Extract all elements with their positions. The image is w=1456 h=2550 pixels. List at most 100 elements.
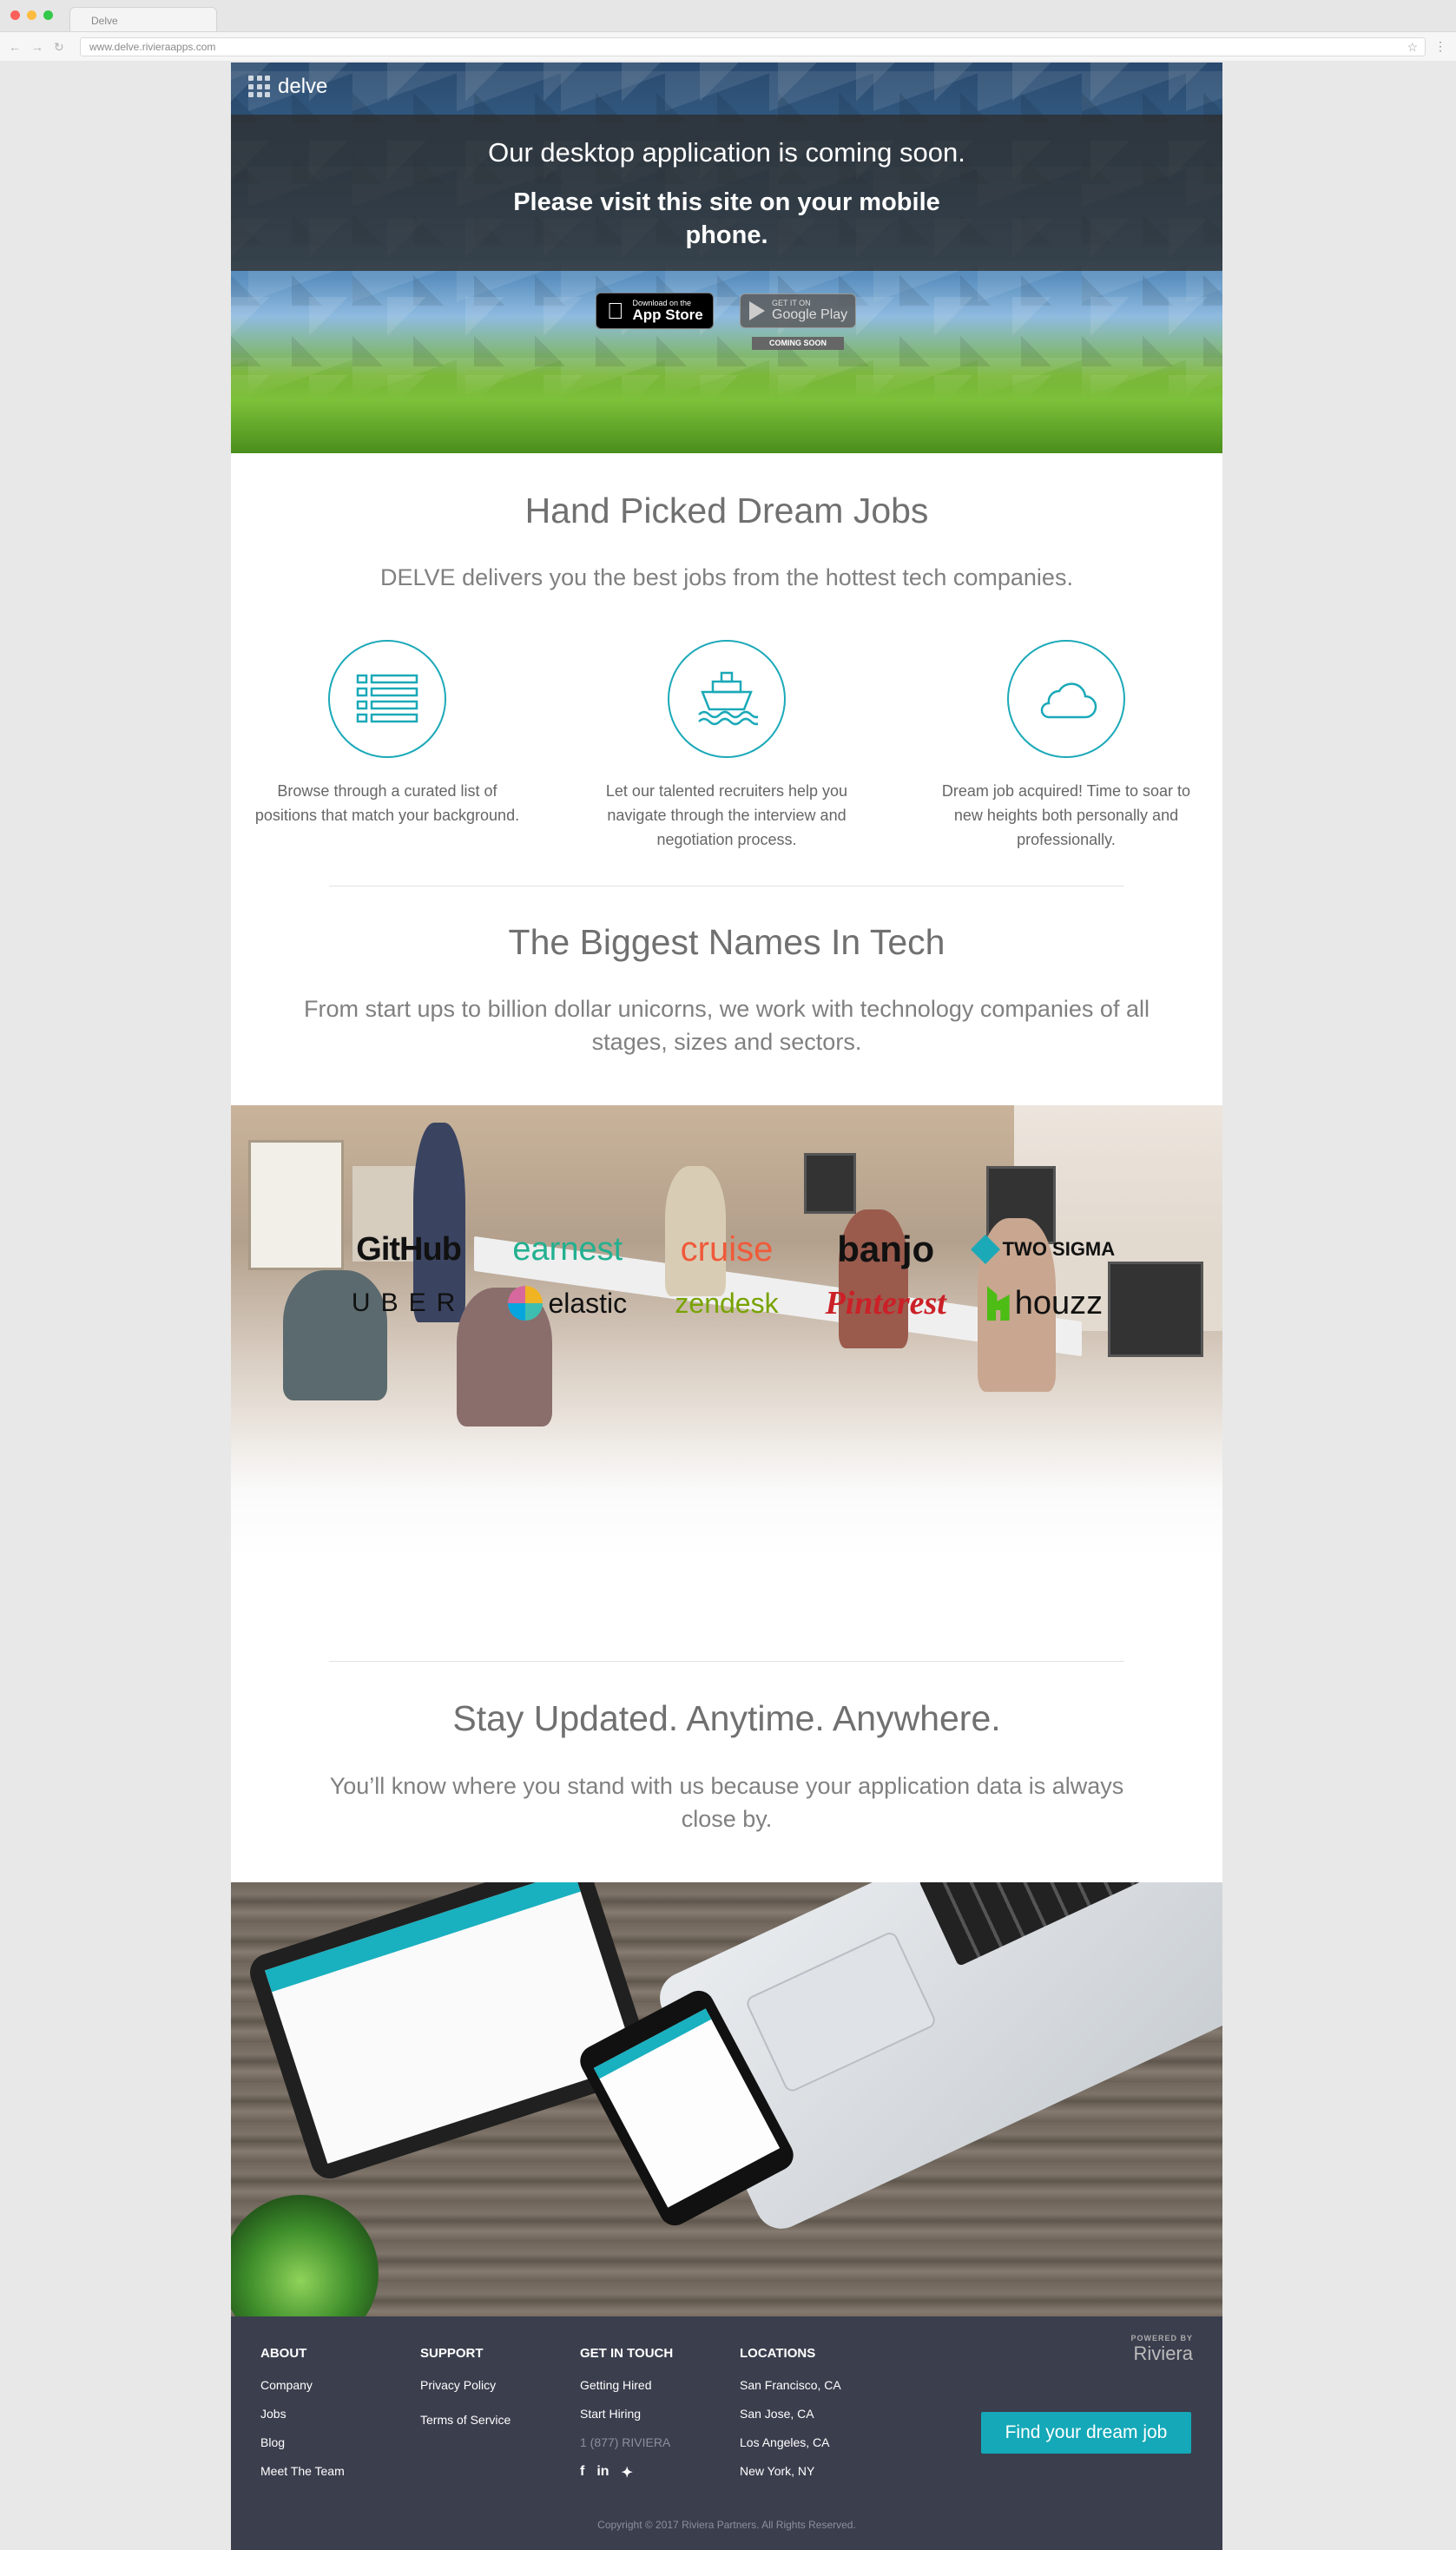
dream-jobs-title: Hand Picked Dream Jobs xyxy=(524,491,929,530)
footer-link-blog[interactable]: Blog xyxy=(260,2435,345,2449)
hero: delve Our desktop application is coming … xyxy=(231,63,1222,453)
ship-icon xyxy=(668,640,786,758)
footer-link-start-hiring[interactable]: Start Hiring xyxy=(580,2407,673,2421)
github-logo: GitHub xyxy=(356,1230,462,1268)
find-dream-job-button[interactable]: Find your dream job xyxy=(981,2412,1191,2454)
delve-logo[interactable]: delve xyxy=(248,75,327,99)
footer-phone[interactable]: 1 (877) RIVIERA xyxy=(580,2435,673,2449)
plant xyxy=(231,2195,379,2316)
feature-recruiters-text: Let our talented recruiters help you nav… xyxy=(605,782,848,848)
browser-menu-icon[interactable]: ⋮ xyxy=(1434,39,1446,54)
tab-title: Delve xyxy=(91,15,118,27)
logo-grid-icon xyxy=(248,76,271,98)
elastic-icon xyxy=(508,1286,544,1321)
footer-link-team[interactable]: Meet The Team xyxy=(260,2464,345,2478)
banjo-logo: banjo xyxy=(837,1229,935,1269)
footer-link-getting-hired[interactable]: Getting Hired xyxy=(580,2378,673,2392)
footer-contact: GET IN TOUCH Getting Hired Start Hiring … xyxy=(580,2346,673,2481)
bookmark-star-icon[interactable]: ☆ xyxy=(1407,40,1418,55)
footer-link-privacy[interactable]: Privacy Policy xyxy=(420,2378,511,2392)
play-icon xyxy=(749,301,765,320)
social-links: f in ✦ xyxy=(580,2464,673,2481)
houzz-logo: houzz xyxy=(965,1284,1124,1322)
feature-browse-text: Browse through a curated list of positio… xyxy=(254,782,520,824)
feature-browse: Browse through a curated list of positio… xyxy=(248,640,526,852)
maximize-window-button[interactable] xyxy=(43,10,53,20)
monitor xyxy=(804,1153,856,1214)
footer-link-company[interactable]: Company xyxy=(260,2378,345,2392)
copyright: Copyright © 2017 Riviera Partners. All R… xyxy=(597,2519,856,2531)
page: delve Our desktop application is coming … xyxy=(231,63,1222,2550)
riviera-logo: Riviera xyxy=(1133,2342,1193,2364)
url-text: www.delve.rivieraapps.com xyxy=(89,41,216,53)
company-logos: GitHub earnest cruise banjo TWO SIGMA UB… xyxy=(329,1229,1124,1322)
close-window-button[interactable] xyxy=(10,10,20,20)
cruise-logo: cruise xyxy=(680,1229,774,1268)
two-sigma-icon xyxy=(970,1235,1000,1264)
footer-about: ABOUT Company Jobs Blog Meet The Team xyxy=(260,2346,345,2493)
laptop-trackpad xyxy=(744,1929,939,2094)
dream-jobs-subtitle: DELVE delivers you the best jobs from th… xyxy=(380,564,1073,590)
logo-text: delve xyxy=(278,75,328,98)
cloud-icon xyxy=(1007,640,1125,758)
hero-grass xyxy=(231,371,1222,453)
footer-locations-title: LOCATIONS xyxy=(740,2346,816,2361)
back-icon[interactable]: ← xyxy=(9,40,21,54)
tech-subtitle: From start ups to billion dollar unicorn… xyxy=(304,996,1150,1055)
googleplay-label: Google Play xyxy=(772,307,848,322)
earnest-logo: earnest xyxy=(512,1230,623,1268)
appstore-label: App Store xyxy=(616,306,703,323)
googleplay-small-label: GET IT ON xyxy=(772,299,811,307)
location-item: San Jose, CA xyxy=(740,2407,814,2421)
forward-icon[interactable]: → xyxy=(31,40,43,54)
updated-subtitle: You’ll know where you stand with us beca… xyxy=(329,1773,1124,1832)
laptop-keyboard xyxy=(918,1882,1211,1967)
coming-soon-badge: COMING SOON xyxy=(752,337,844,350)
footer-support: SUPPORT Privacy Policy Terms of Service xyxy=(420,2346,511,2441)
feature-recruiters: Let our talented recruiters help you nav… xyxy=(588,640,866,852)
minimize-window-button[interactable] xyxy=(27,10,36,20)
footer-locations: LOCATIONS San Francisco, CA San Jose, CA… xyxy=(740,2346,841,2493)
tablet xyxy=(245,1882,656,2184)
two-sigma-logo: TWO SIGMA xyxy=(965,1230,1124,1268)
tablet-screen xyxy=(264,1882,637,2165)
footer-support-title: SUPPORT xyxy=(420,2346,484,2361)
twitter-icon[interactable]: ✦ xyxy=(622,2464,633,2481)
visit-mobile-text: Please visit this site on your mobile ph… xyxy=(513,188,940,249)
footer-about-title: ABOUT xyxy=(260,2346,307,2361)
powered-by[interactable]: POWERED BY Riviera xyxy=(1130,2334,1193,2365)
browser-chrome: Delve ← → ↻ www.delve.rivieraapps.com ☆ … xyxy=(0,0,1456,61)
powered-by-label: POWERED BY xyxy=(1130,2334,1193,2342)
location-item: New York, NY xyxy=(740,2464,815,2478)
google-play-button: GET IT ON Google Play xyxy=(740,293,856,328)
updated-title: Stay Updated. Anytime. Anywhere. xyxy=(452,1698,1001,1738)
uber-logo: UBER xyxy=(351,1288,466,1317)
section-divider xyxy=(329,1661,1124,1662)
footer: ABOUT Company Jobs Blog Meet The Team SU… xyxy=(231,2316,1222,2550)
footer-contact-title: GET IN TOUCH xyxy=(580,2346,674,2361)
footer-link-terms[interactable]: Terms of Service xyxy=(420,2413,511,2427)
address-bar[interactable]: www.delve.rivieraapps.com ☆ xyxy=(80,37,1426,56)
browser-tab[interactable]: Delve xyxy=(69,7,217,31)
elastic-logo: elastic xyxy=(488,1284,647,1322)
app-store-button[interactable]:  Download on the App Store xyxy=(596,293,714,329)
mobile-notice-banner: Our desktop application is coming soon. … xyxy=(231,115,1222,271)
list-icon xyxy=(328,640,446,758)
window-controls xyxy=(10,10,53,20)
features-row: Browse through a curated list of positio… xyxy=(231,640,1222,852)
reload-icon[interactable]: ↻ xyxy=(54,40,64,55)
location-item: Los Angeles, CA xyxy=(740,2435,830,2449)
apple-icon:  xyxy=(607,300,624,322)
zendesk-logo: zendesk xyxy=(675,1287,779,1319)
devices-photo xyxy=(231,1882,1222,2316)
feature-acquired-text: Dream job acquired! Time to soar to new … xyxy=(941,782,1191,848)
tech-title: The Biggest Names In Tech xyxy=(508,922,945,962)
office-photo xyxy=(231,1105,1222,1558)
linkedin-icon[interactable]: in xyxy=(596,2464,609,2481)
footer-link-jobs[interactable]: Jobs xyxy=(260,2407,345,2421)
location-item: San Francisco, CA xyxy=(740,2378,841,2392)
feature-acquired: Dream job acquired! Time to soar to new … xyxy=(927,640,1205,852)
browser-toolbar: ← → ↻ www.delve.rivieraapps.com ☆ ⋮ xyxy=(0,31,1456,61)
facebook-icon[interactable]: f xyxy=(580,2464,584,2481)
coming-soon-text: Our desktop application is coming soon. xyxy=(488,137,965,168)
